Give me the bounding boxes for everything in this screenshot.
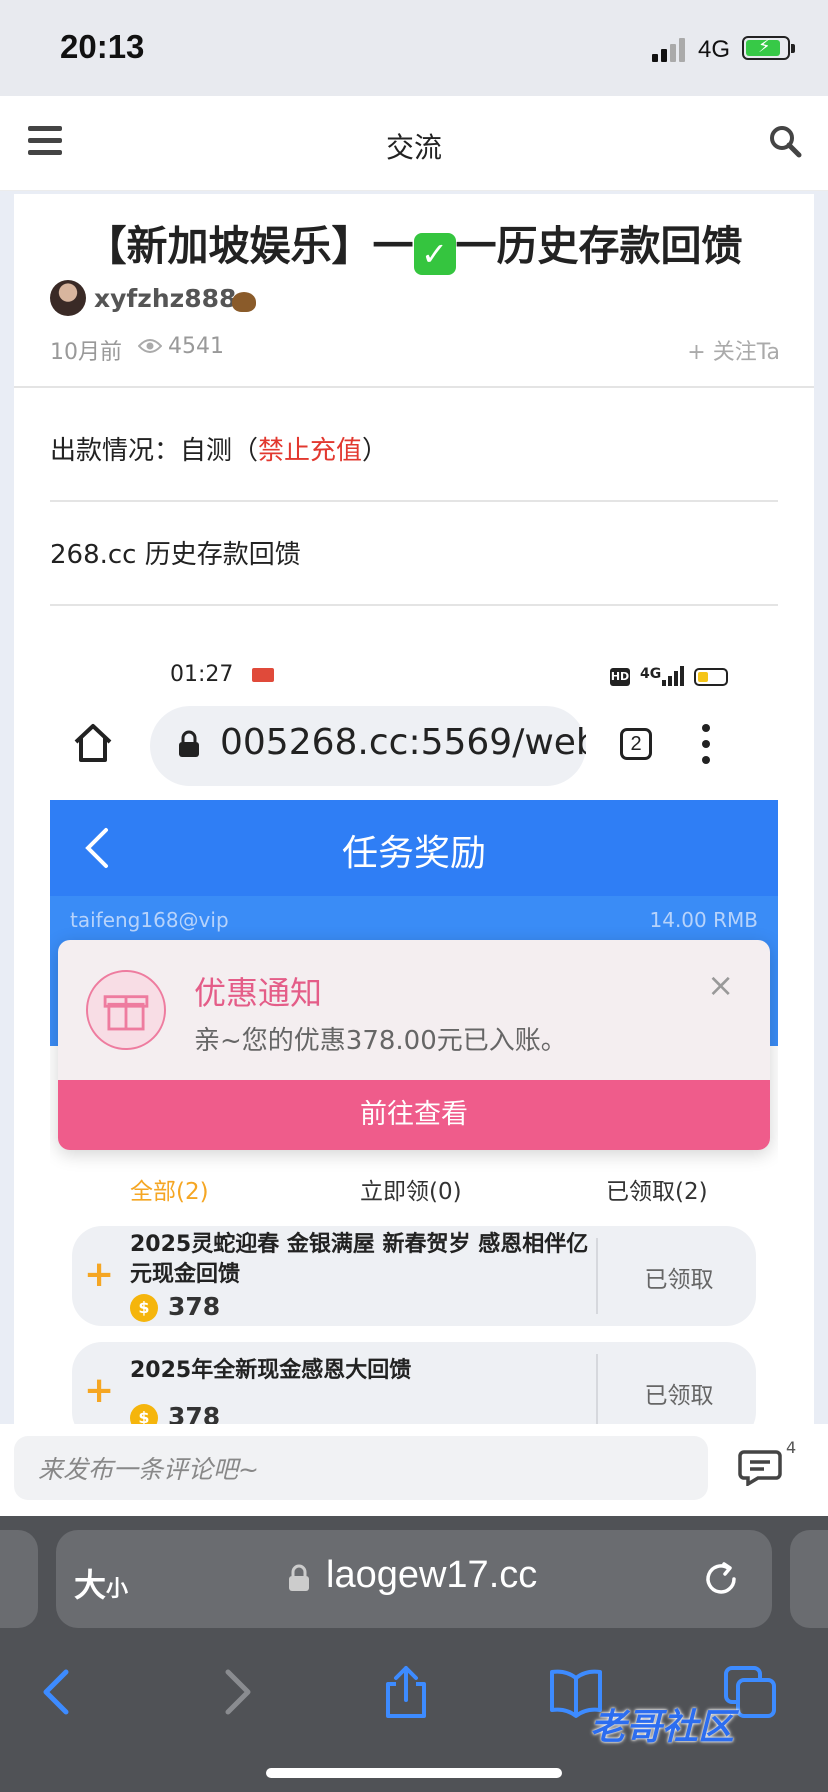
follow-button[interactable]: + 关注Ta: [687, 334, 780, 366]
text-size-button[interactable]: 大小: [74, 1560, 128, 1606]
address-bar[interactable]: 大小 laogew17.cc: [56, 1530, 772, 1628]
top-navigation: 交流: [0, 96, 828, 191]
coin-icon: $: [130, 1294, 158, 1322]
modal-title: 优惠通知: [194, 974, 323, 1012]
back-icon[interactable]: [30, 1664, 86, 1720]
account-name: taifeng168@vip: [70, 908, 229, 932]
claimed-status: 已领取: [644, 1267, 714, 1293]
more-options-icon: [702, 724, 710, 764]
screenshot-url-bar: 005268.cc:5569/web: [150, 706, 586, 786]
close-icon: ×: [707, 966, 734, 1004]
modal-message: 亲~您的优惠378.00元已入账。: [194, 1026, 567, 1056]
level-badge-icon: [232, 292, 256, 312]
avatar[interactable]: [50, 280, 86, 316]
divider: [50, 604, 778, 606]
browser-toolbar: 大小 laogew17.cc 老哥社区: [0, 1516, 828, 1792]
filter-tab-all: 全部(2): [130, 1179, 209, 1205]
view-now-button: 前往查看: [58, 1080, 770, 1150]
lock-icon: [179, 730, 199, 757]
forward-icon[interactable]: [208, 1664, 264, 1720]
task-amount: 378: [168, 1292, 221, 1321]
eye-icon: [138, 339, 162, 353]
search-icon[interactable]: [768, 124, 802, 158]
battery-icon: ⚡: [742, 36, 795, 60]
author-name[interactable]: xyfzhz888: [94, 284, 236, 313]
hd-icon: HD: [610, 668, 630, 686]
status-time: 20:13: [60, 28, 145, 65]
screenshot-battery-icon: [694, 668, 728, 686]
divider: [596, 1238, 598, 1314]
next-tab-preview[interactable]: [790, 1530, 828, 1628]
watermark-logo: 老哥社区: [590, 1706, 735, 1747]
screenshot-network: 4G: [640, 666, 662, 682]
app-notification-icon: [252, 668, 274, 682]
task-name: 2025灵蛇迎春 金银满屋 新春贺岁 感恩相伴亿元现金回馈: [130, 1232, 589, 1287]
comment-bar: 来发布一条评论吧~ 4: [0, 1424, 828, 1516]
post-body-line: 268.cc 历史存款回馈: [50, 540, 301, 570]
plus-icon: +: [84, 1370, 115, 1411]
comment-placeholder: 来发布一条评论吧~: [38, 1455, 259, 1484]
cellular-signal-icon: [652, 38, 688, 62]
task-row: + 2025灵蛇迎春 金银满屋 新春贺岁 感恩相伴亿元现金回馈 $ 378 已领…: [72, 1226, 756, 1326]
task-name: 2025年全新现金感恩大回馈: [130, 1358, 412, 1383]
status-bar: 20:13 4G ⚡: [0, 0, 828, 96]
gift-icon: [86, 970, 166, 1050]
comment-count: 4: [786, 1438, 797, 1457]
home-indicator[interactable]: [266, 1768, 562, 1778]
screenshot-header: 任务奖励: [50, 800, 778, 896]
comment-icon[interactable]: [738, 1448, 782, 1486]
tab-count-icon: 2: [620, 728, 652, 760]
previous-tab-preview[interactable]: [0, 1530, 38, 1628]
divider: [596, 1354, 598, 1424]
share-icon[interactable]: [378, 1664, 434, 1720]
post-title: 【新加坡娱乐】一 ✓ 一历史存款回馈: [85, 222, 743, 275]
task-amount: 378: [168, 1402, 221, 1424]
page-title: 交流: [385, 131, 442, 164]
lock-icon: [289, 1564, 309, 1591]
check-mark-icon: ✓: [413, 233, 456, 275]
claimed-status: 已领取: [644, 1383, 714, 1409]
screenshot-url: 005268.cc:5569/web: [220, 722, 586, 763]
home-icon: [74, 724, 112, 762]
embedded-screenshot[interactable]: 01:27 HD 4G 005268.cc:5569/web 2 任务奖励 ta…: [50, 614, 778, 1424]
post-card: 【新加坡娱乐】一 ✓ 一历史存款回馈 xyfzhz888 10月前 4541 + 关…: [14, 194, 814, 1424]
network-type: 4G: [698, 36, 731, 63]
post-time: 10月前: [50, 340, 122, 365]
filter-tab-claimed: 已领取(2): [606, 1179, 708, 1205]
comment-input[interactable]: 来发布一条评论吧~: [14, 1436, 708, 1500]
coin-icon: $: [130, 1404, 158, 1424]
reload-icon[interactable]: [702, 1560, 740, 1598]
plus-icon: +: [84, 1254, 115, 1295]
screenshot-signal-icon: [662, 666, 684, 686]
screenshot-time: 01:27: [170, 662, 234, 687]
task-row: + 2025年全新现金感恩大回馈 $ 378 已领取: [72, 1342, 756, 1424]
screenshot-page-title: 任务奖励: [341, 833, 486, 874]
divider: [50, 500, 778, 502]
withdraw-status: 出款情况：自测（禁止充值）: [50, 436, 389, 466]
account-balance: 14.00 RMB: [649, 908, 759, 932]
view-count: 4541: [168, 334, 224, 359]
filter-tab-claim-now: 立即领(0): [360, 1179, 462, 1205]
address-domain[interactable]: laogew17.cc: [326, 1554, 537, 1597]
promo-notification-modal: 优惠通知 × 亲~您的优惠378.00元已入账。 前往查看: [58, 940, 770, 1150]
divider: [14, 386, 814, 388]
